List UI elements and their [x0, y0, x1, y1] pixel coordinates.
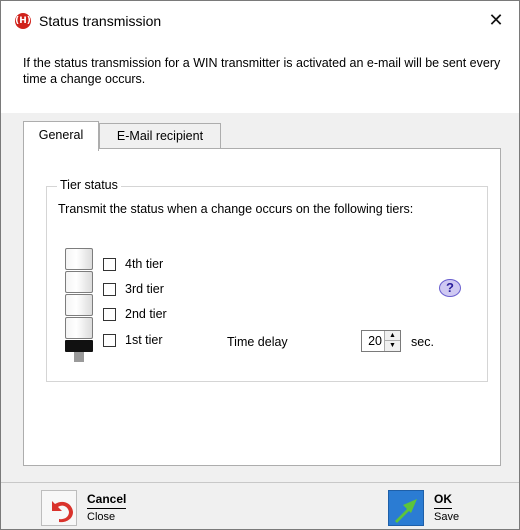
app-logo-icon: (H)	[15, 13, 31, 29]
tier-status-label: Tier status	[57, 178, 121, 192]
title-bar: (H) Status transmission ✕	[1, 1, 519, 41]
info-text: If the status transmission for a WIN tra…	[23, 56, 501, 86]
info-panel: If the status transmission for a WIN tra…	[1, 41, 519, 113]
ok-sublabel: Save	[434, 511, 460, 523]
tower-segment-3	[65, 271, 93, 293]
tower-segment-4	[65, 248, 93, 270]
footer-divider	[1, 482, 519, 483]
tower-segment-1	[65, 317, 93, 339]
close-button[interactable]: ✕	[473, 1, 519, 41]
tier-3-checkbox[interactable]	[103, 283, 116, 296]
tier-4-label[interactable]: 4th tier	[125, 257, 163, 271]
ok-label[interactable]: OK	[434, 492, 452, 509]
tower-foot	[74, 352, 84, 362]
spinner-up-icon[interactable]: ▲	[385, 331, 400, 341]
tier-status-group: Tier status Transmit the status when a c…	[46, 178, 488, 382]
tower-base	[65, 340, 93, 352]
signal-tower-icon	[65, 248, 93, 362]
tier-1-label[interactable]: 1st tier	[125, 333, 163, 347]
tier-2-checkbox[interactable]	[103, 308, 116, 321]
ok-button[interactable]: OK Save	[388, 490, 478, 526]
tier-4-checkbox[interactable]	[103, 258, 116, 271]
tier-instruction-text: Transmit the status when a change occurs…	[58, 202, 414, 216]
undo-arrow-icon[interactable]	[41, 490, 77, 526]
spinner-buttons: ▲ ▼	[384, 331, 400, 351]
check-arrow-icon[interactable]	[388, 490, 424, 526]
time-delay-unit: sec.	[411, 335, 434, 349]
time-delay-value[interactable]: 20	[368, 334, 382, 348]
time-delay-label: Time delay	[227, 335, 288, 349]
spinner-down-icon[interactable]: ▼	[385, 341, 400, 351]
cancel-sublabel: Close	[87, 511, 116, 523]
window-title: Status transmission	[39, 13, 162, 29]
tab-general[interactable]: General	[23, 121, 99, 151]
general-tab-panel: Tier status Transmit the status when a c…	[23, 148, 501, 466]
tower-segment-2	[65, 294, 93, 316]
tier-3-label[interactable]: 3rd tier	[125, 282, 164, 296]
tier-1-checkbox[interactable]	[103, 334, 116, 347]
tier-2-label[interactable]: 2nd tier	[125, 307, 167, 321]
tab-email-recipient[interactable]: E-Mail recipient	[99, 123, 221, 149]
help-icon[interactable]: ?	[439, 279, 461, 297]
dialog-window: (H) Status transmission ✕ If the status …	[0, 0, 520, 530]
cancel-label[interactable]: Cancel	[87, 492, 127, 509]
cancel-button[interactable]: Cancel Close	[41, 490, 141, 526]
time-delay-spinner[interactable]: 20 ▲ ▼	[361, 330, 401, 352]
